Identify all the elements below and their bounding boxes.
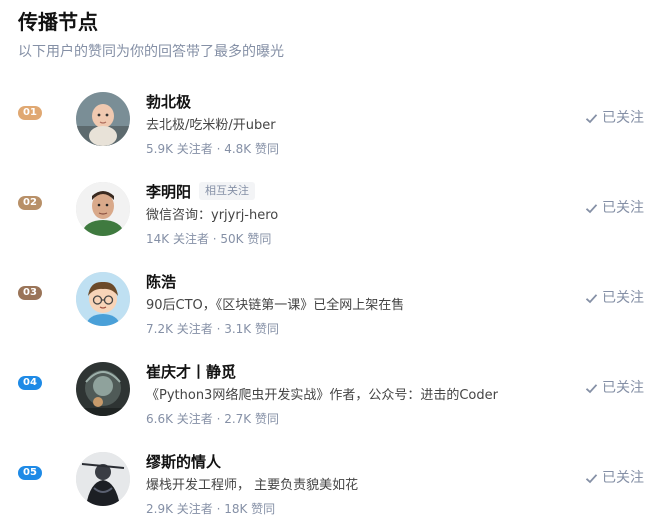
followed-label: 已关注 [602,290,644,306]
avatar[interactable] [76,452,130,506]
followed-button[interactable]: 已关注 [585,468,644,488]
check-icon [585,293,598,303]
user-name[interactable]: 陈浩 [146,271,176,292]
avatar[interactable] [76,182,130,236]
man-portrait-icon [76,182,130,236]
user-bio: 去北极/吃米粉/开uber [146,118,276,133]
avatar[interactable] [76,362,130,416]
avatar[interactable] [76,272,130,326]
dark-figure-icon [76,362,130,416]
check-icon [585,203,598,213]
mutual-follow-badge: 相互关注 [199,182,256,200]
panel-title: 传播节点 [18,10,98,34]
rank-badge: 01 [18,106,42,120]
followed-button[interactable]: 已关注 [585,288,644,308]
rank-badge: 04 [18,376,42,390]
propagation-nodes-panel: 传播节点 以下用户的赞同为你的回答带了最多的曝光 01 勃北极 去北极/吃米粉/ [0,0,662,525]
user-stats: 5.9K 关注者 · 4.8K 赞同 [146,142,279,156]
user-bio: 微信咨询：yrjyrj-hero [146,208,279,223]
user-stats: 7.2K 关注者 · 3.1K 赞同 [146,322,279,336]
followed-label: 已关注 [602,380,644,396]
cartoon-avatar-icon [76,272,130,326]
name-line: 缪斯的情人 [146,450,221,472]
user-stats: 2.9K 关注者 · 18K 赞同 [146,502,276,516]
swordsman-icon [76,452,130,506]
check-icon [585,113,598,123]
name-line: 崔庆才丨静觅 [146,360,236,382]
user-bio: 90后CTO，《区块链第一课》已全网上架在售 [146,298,405,313]
user-name[interactable]: 勃北极 [146,91,191,112]
rank-badge: 02 [18,196,42,210]
user-stats: 14K 关注者 · 50K 赞同 [146,232,272,246]
list-item: 04 崔庆才丨静觅 《Python3网络爬虫开发实战》作者，公众号：进击的Cod… [0,344,662,434]
panel-subtitle: 以下用户的赞同为你的回答带了最多的曝光 [18,44,284,60]
rank-badge: 05 [18,466,42,480]
check-icon [585,473,598,483]
name-line: 李明阳 相互关注 [146,180,256,202]
followed-label: 已关注 [602,200,644,216]
avatar[interactable] [76,92,130,146]
list-item: 03 陈浩 90后CTO，《区块链第一课》已全网上架在售 7.2K 关注者 · … [0,254,662,344]
user-stats: 6.6K 关注者 · 2.7K 赞同 [146,412,279,426]
followed-button[interactable]: 已关注 [585,108,644,128]
user-name[interactable]: 李明阳 [146,181,191,202]
user-list: 01 勃北极 去北极/吃米粉/开uber 5.9K 关注者 · 4.8K 赞同 [0,74,662,524]
list-item: 02 李明阳 相互关注 微信咨询：yrjyrj-hero 14K 关注者 · 5… [0,164,662,254]
check-icon [585,383,598,393]
followed-label: 已关注 [602,470,644,486]
user-name[interactable]: 崔庆才丨静觅 [146,361,236,382]
followed-button[interactable]: 已关注 [585,198,644,218]
rank-badge: 03 [18,286,42,300]
user-bio: 《Python3网络爬虫开发实战》作者，公众号：进击的Coder [146,388,498,403]
user-name[interactable]: 缪斯的情人 [146,451,221,472]
followed-label: 已关注 [602,110,644,126]
baby-photo-icon [76,92,130,146]
list-item: 05 缪斯的情人 爆栈开发工程师， 主要负责貌美如花 2.9K 关注者 · 18… [0,434,662,524]
name-line: 陈浩 [146,270,176,292]
user-bio: 爆栈开发工程师， 主要负责貌美如花 [146,478,359,493]
followed-button[interactable]: 已关注 [585,378,644,398]
name-line: 勃北极 [146,90,191,112]
list-item: 01 勃北极 去北极/吃米粉/开uber 5.9K 关注者 · 4.8K 赞同 [0,74,662,164]
